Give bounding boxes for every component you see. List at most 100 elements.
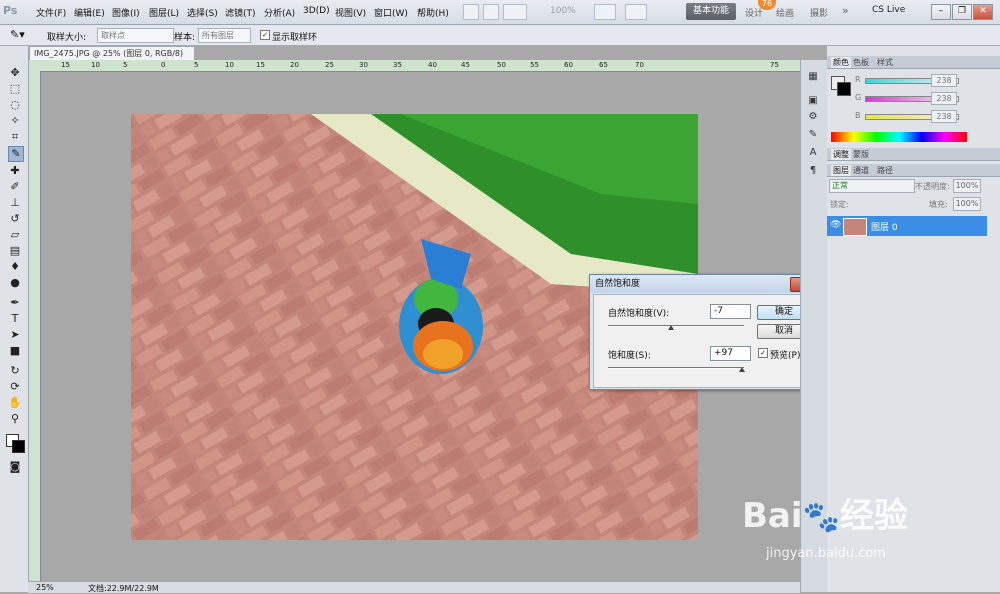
ruler-tick: 5 (123, 61, 128, 69)
visibility-eye-icon[interactable]: 👁 (830, 220, 841, 230)
zoom-tool-icon[interactable]: ⚲ (8, 412, 22, 426)
arrange-documents-icon[interactable] (594, 4, 616, 20)
eraser-tool-icon[interactable]: ▱ (8, 228, 22, 242)
vibrance-slider-thumb[interactable] (668, 325, 675, 330)
ruler-tick: 45 (461, 61, 470, 69)
tab-paths[interactable]: 路径 (877, 165, 893, 176)
menu-file[interactable]: 文件(F) (36, 6, 66, 19)
dialog-titlebar[interactable]: 自然饱和度 ✕ (590, 275, 824, 293)
paragraph-panel-icon[interactable]: ¶ (806, 164, 820, 178)
crop-tool-icon[interactable]: ⌗ (8, 130, 22, 144)
saturation-slider-track[interactable] (608, 367, 744, 369)
zoom-display[interactable]: 25% (36, 583, 54, 592)
sample-layers-select[interactable]: 所有图层 (198, 28, 251, 43)
menu-analysis[interactable]: 分析(A) (264, 6, 295, 19)
quick-mask-icon[interactable]: ◙ (8, 460, 22, 474)
zoom-level-select[interactable]: 100% (550, 6, 576, 16)
tab-layers[interactable]: 图层 (831, 165, 851, 176)
screen-mode-icon[interactable] (625, 4, 647, 20)
workspace-essentials-button[interactable]: 基本功能 (686, 3, 736, 20)
tab-masks[interactable]: 蒙版 (853, 149, 869, 160)
menu-view[interactable]: 视图(V) (335, 6, 366, 19)
document-tab[interactable]: IMG_2475.JPG @ 25% (图层 0, RGB/8) (29, 46, 195, 61)
tab-channels[interactable]: 通道 (853, 165, 869, 176)
show-sampling-ring-label: 显示取样环 (272, 33, 318, 43)
type-tool-icon[interactable]: T (8, 312, 22, 326)
vibrance-input[interactable]: -7 (710, 304, 751, 319)
file-info[interactable]: 文档:22.9M/22.9M (88, 583, 159, 594)
ruler-tick: 60 (564, 61, 573, 69)
menu-3d[interactable]: 3D(D) (303, 6, 330, 16)
pen-tool-icon[interactable]: ✒ (8, 296, 22, 310)
eyedropper-preset-icon[interactable]: ✎▾ (10, 28, 25, 41)
history-brush-tool-icon[interactable]: ↺ (8, 212, 22, 226)
path-selection-tool-icon[interactable]: ➤ (8, 328, 22, 342)
mini-bridge-icon[interactable] (483, 4, 499, 20)
sample-size-select[interactable]: 取样点 (97, 28, 174, 43)
menu-select[interactable]: 选择(S) (187, 6, 218, 19)
options-bar: ✎▾ 取样大小: 取样点 样本: 所有图层 ✓ 显示取样环 (0, 25, 1000, 46)
clone-stamp-tool-icon[interactable]: ⊥ (8, 196, 22, 210)
tab-adjustments[interactable]: 调整 (831, 149, 851, 160)
tab-styles[interactable]: 样式 (877, 57, 893, 68)
quick-select-tool-icon[interactable]: ✧ (8, 114, 22, 128)
cs-live-button[interactable]: CS Live (872, 5, 905, 15)
green-value-input[interactable]: 238 (931, 92, 957, 105)
brush-tool-icon[interactable]: ✐ (8, 180, 22, 194)
dodge-tool-icon[interactable]: ● (8, 276, 22, 290)
view-extras-icon[interactable] (503, 4, 527, 20)
workspace-more-icon[interactable]: » (842, 4, 849, 17)
mini-bridge-panel-icon[interactable]: ▦ (806, 70, 820, 84)
menu-filter[interactable]: 滤镜(T) (225, 6, 256, 19)
vibrance-label: 自然饱和度(V): (608, 309, 670, 319)
vibrance-dialog: 自然饱和度 ✕ 自然饱和度(V): -7 确定 取消 饱和度(S): +97 ✓… (589, 274, 825, 390)
blur-tool-icon[interactable]: ♦ (8, 260, 22, 274)
eyedropper-tool-icon[interactable]: ✎ (8, 146, 24, 162)
watermark-brand2-text: 经验 (839, 496, 908, 536)
layer-row[interactable]: 👁 图层 0 (827, 216, 987, 236)
menu-help[interactable]: 帮助(H) (417, 6, 449, 19)
close-window-button[interactable]: ✕ (973, 4, 993, 20)
menu-image[interactable]: 图像(I) (112, 6, 140, 19)
opacity-input[interactable]: 100% (953, 179, 981, 193)
hand-tool-icon[interactable]: ✋ (8, 396, 22, 410)
workspace-painting[interactable]: 绘画 (776, 6, 794, 19)
3d-rotate-tool-icon[interactable]: ↻ (8, 364, 22, 378)
horizontal-ruler: 15 10 5 0 5 10 15 20 25 30 35 40 45 50 5… (29, 60, 825, 72)
layer-name[interactable]: 图层 0 (871, 220, 898, 233)
ruler-tick: 30 (359, 61, 368, 69)
red-value-input[interactable]: 238 (931, 74, 957, 87)
saturation-input[interactable]: +97 (710, 346, 751, 361)
healing-brush-tool-icon[interactable]: ✚ (8, 164, 22, 178)
marquee-tool-icon[interactable]: ⬚ (8, 82, 22, 96)
tab-swatches[interactable]: 色板 (853, 57, 869, 68)
gradient-tool-icon[interactable]: ▤ (8, 244, 22, 258)
blend-mode-select[interactable]: 正常 (829, 179, 915, 193)
minimize-button[interactable]: – (931, 4, 951, 20)
color-spectrum-bar[interactable] (831, 132, 967, 142)
show-sampling-ring-checkbox[interactable]: ✓ (260, 30, 270, 40)
character-panel-icon[interactable]: A (806, 146, 820, 160)
restore-button[interactable]: ❐ (952, 4, 972, 20)
menu-edit[interactable]: 编辑(E) (74, 6, 105, 19)
menu-layer[interactable]: 图层(L) (149, 6, 179, 19)
move-tool-icon[interactable]: ✥ (8, 66, 22, 80)
background-color-swatch[interactable] (12, 440, 25, 453)
shape-tool-icon[interactable]: ■ (8, 344, 22, 358)
tab-color[interactable]: 颜色 (831, 57, 851, 68)
workspace-photography[interactable]: 摄影 (810, 6, 828, 19)
saturation-slider-thumb[interactable] (738, 367, 745, 372)
fill-label: 填充: (929, 200, 948, 209)
history-panel-icon[interactable]: ▣ (806, 94, 820, 108)
actions-panel-icon[interactable]: ⚙ (806, 110, 820, 124)
preview-checkbox[interactable]: ✓ (758, 348, 768, 358)
sample-label: 样本: (174, 33, 196, 43)
tool-presets-panel-icon[interactable]: ✎ (806, 128, 820, 142)
blue-value-input[interactable]: 238 (931, 110, 957, 123)
bridge-icon[interactable] (463, 4, 479, 20)
menu-window[interactable]: 窗口(W) (374, 6, 408, 19)
lasso-tool-icon[interactable]: ◌ (8, 98, 22, 112)
vibrance-slider-track[interactable] (608, 325, 744, 327)
3d-orbit-tool-icon[interactable]: ⟳ (8, 380, 22, 394)
fill-input[interactable]: 100% (953, 197, 981, 211)
